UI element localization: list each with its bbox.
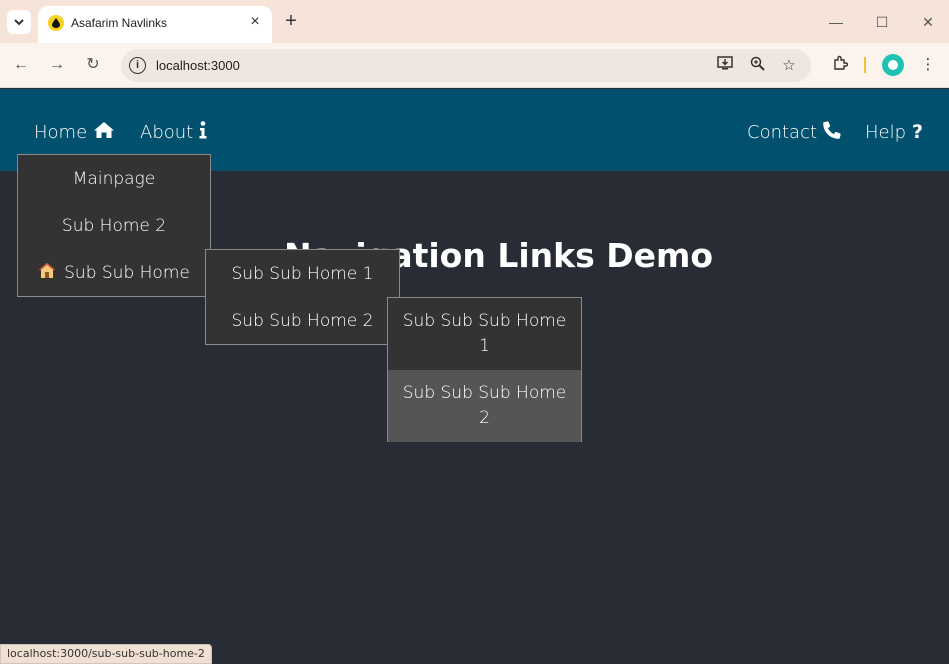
- menu-item-sub-sub-sub-home-1[interactable]: Sub Sub Sub Home 1: [388, 298, 581, 370]
- install-app-icon[interactable]: [715, 56, 735, 76]
- browser-tab-strip: Asafarim Navlinks × + — ☐ ✕: [0, 0, 949, 43]
- house-emoji-icon: [38, 262, 56, 284]
- menu-item-label: Mainpage: [72, 168, 156, 189]
- nav-home[interactable]: Home: [34, 121, 115, 144]
- info-icon: [199, 121, 207, 144]
- menu-item-label: Sub Sub Home 1: [231, 263, 374, 284]
- nav-about[interactable]: About: [140, 121, 207, 144]
- new-tab-icon[interactable]: +: [281, 11, 301, 32]
- menu-item-sub-sub-home[interactable]: Sub Sub Home: [18, 249, 210, 296]
- forward-icon[interactable]: →: [47, 55, 67, 75]
- nav-help[interactable]: Help ?: [865, 121, 923, 143]
- profile-icon[interactable]: [882, 54, 904, 76]
- close-icon[interactable]: ×: [247, 14, 263, 30]
- window-close-icon[interactable]: ✕: [918, 12, 938, 32]
- sub-sub-sub-home-dropdown-menu: Sub Sub Sub Home 1 Sub Sub Sub Home 2: [387, 297, 582, 442]
- nav-about-label: About: [140, 122, 194, 143]
- favicon-icon: [48, 15, 64, 31]
- menu-item-sub-sub-sub-home-2[interactable]: Sub Sub Sub Home 2: [388, 370, 581, 442]
- tab-search-icon[interactable]: [7, 10, 31, 34]
- nav-contact[interactable]: Contact: [747, 121, 841, 144]
- zoom-icon[interactable]: [747, 56, 767, 76]
- bookmark-star-icon[interactable]: ☆: [779, 56, 799, 76]
- toolbar-divider: [864, 57, 866, 73]
- menu-item-label: Sub Sub Sub Home 1: [402, 311, 567, 356]
- url-text: localhost:3000: [156, 58, 240, 73]
- minimize-icon[interactable]: —: [826, 12, 846, 32]
- menu-item-label: Sub Sub Home 2: [231, 310, 374, 331]
- menu-item-label: Sub Sub Home: [64, 262, 190, 283]
- menu-item-label: Sub Home 2: [61, 215, 167, 236]
- home-dropdown-menu: Mainpage Sub Home 2 Sub Sub Home: [17, 154, 211, 297]
- back-icon[interactable]: ←: [11, 55, 31, 75]
- extensions-icon[interactable]: [830, 55, 850, 75]
- nav-contact-label: Contact: [747, 122, 818, 143]
- maximize-icon[interactable]: ☐: [872, 12, 892, 32]
- address-bar[interactable]: i localhost:3000 ☆: [121, 49, 811, 82]
- menu-item-sub-sub-home-2[interactable]: Sub Sub Home 2: [206, 297, 399, 344]
- status-url-preview: localhost:3000/sub-sub-sub-home-2: [0, 644, 212, 664]
- house-icon: [93, 121, 115, 144]
- sub-sub-home-dropdown-menu: Sub Sub Home 1 Sub Sub Home 2: [205, 249, 400, 345]
- menu-item-mainpage[interactable]: Mainpage: [18, 155, 210, 202]
- menu-item-sub-sub-home-1[interactable]: Sub Sub Home 1: [206, 250, 399, 297]
- question-icon: ?: [912, 121, 924, 143]
- reload-icon[interactable]: ↻: [83, 55, 103, 75]
- browser-toolbar: ← → ↻ i localhost:3000 ☆ ⋮: [0, 43, 949, 88]
- nav-home-label: Home: [34, 122, 88, 143]
- menu-item-label: Sub Sub Sub Home 2: [402, 383, 567, 428]
- phone-icon: [823, 121, 841, 144]
- nav-help-label: Help: [865, 121, 907, 143]
- site-info-icon[interactable]: i: [129, 57, 146, 74]
- tab-title: Asafarim Navlinks: [71, 16, 168, 30]
- menu-icon[interactable]: ⋮: [918, 55, 938, 75]
- menu-item-sub-home-2[interactable]: Sub Home 2: [18, 202, 210, 249]
- browser-tab[interactable]: Asafarim Navlinks ×: [38, 6, 272, 43]
